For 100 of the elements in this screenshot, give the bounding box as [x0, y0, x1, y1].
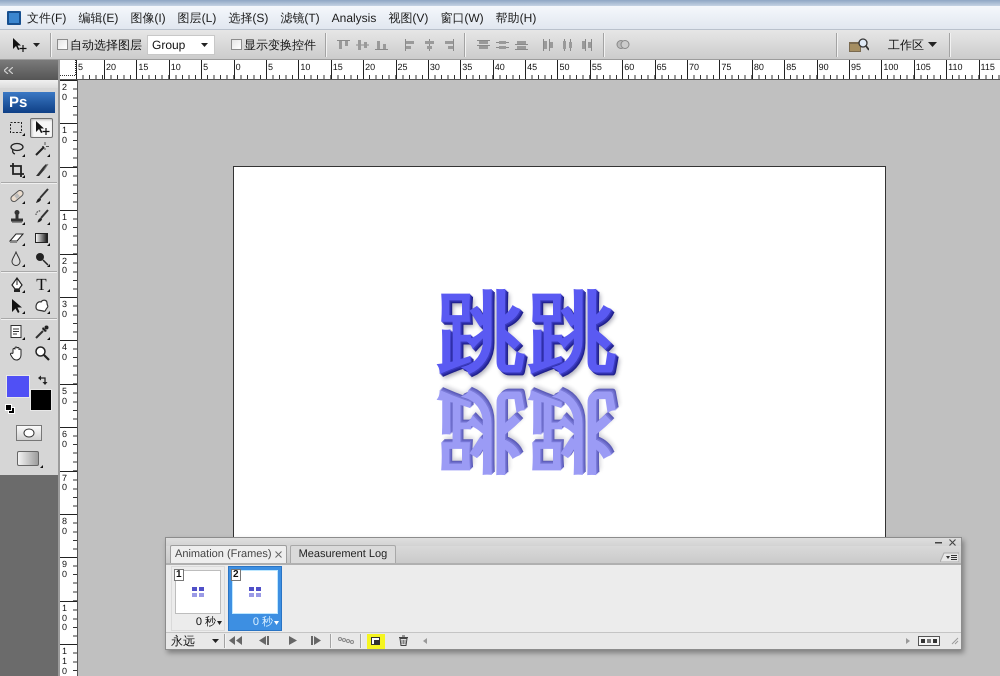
distribute-center-icon[interactable] [560, 38, 575, 50]
panel-tab[interactable]: Measurement Log [290, 545, 396, 563]
caret-icon [33, 42, 40, 46]
minimize-icon[interactable] [935, 540, 942, 544]
screen-mode-button[interactable] [15, 450, 43, 468]
collapse-icon[interactable] [4, 66, 13, 74]
swap-arrow-icon[interactable] [38, 375, 48, 385]
ruler-number: 10 [62, 126, 68, 146]
ruler-number: 5 [77, 61, 84, 72]
ruler-number: 0 [234, 61, 241, 72]
panel-menu-icon[interactable] [940, 552, 959, 562]
folder-magnifier-icon[interactable] [848, 36, 869, 52]
align-center-icon[interactable] [422, 38, 437, 50]
quick-mask-button[interactable] [16, 425, 42, 441]
ruler-number: 105 [914, 61, 931, 72]
resize-grip-icon [951, 637, 959, 645]
ruler-number: 115 [980, 61, 995, 72]
ruler-origin-icon[interactable] [60, 60, 76, 79]
ruler-number: 35 [461, 61, 472, 72]
ruler-number: 50 [558, 61, 570, 72]
ruler-number: 100 [882, 61, 898, 72]
checkbox-label: 显示变换控件 [244, 36, 316, 54]
caret-icon [928, 42, 937, 47]
menu-item[interactable]: 选择(S) [222, 10, 274, 26]
ruler-number: 15 [332, 61, 343, 72]
history-brush-icon [34, 208, 50, 224]
distribute-middle-icon[interactable] [495, 38, 510, 50]
menu-item[interactable]: 图层(L) [172, 10, 222, 26]
ruler-number: 30 [428, 61, 440, 72]
ruler-number: 70 [688, 61, 700, 72]
toolbox-grip-bar[interactable] [0, 80, 58, 88]
ruler-number: 40 [494, 61, 505, 72]
ruler-number: 70 [62, 474, 68, 494]
layer-group-select[interactable]: Group [147, 34, 215, 54]
type-tool-button[interactable]: T [30, 274, 53, 294]
overlapping-circles-icon[interactable] [616, 38, 630, 51]
foreground-color-swatch[interactable] [6, 375, 30, 398]
checkbox[interactable] [57, 39, 68, 50]
align-top-icon[interactable] [336, 38, 351, 50]
ruler-number: 95 [850, 61, 861, 72]
ruler-number: 45 [526, 61, 538, 72]
distribute-right-icon[interactable] [579, 38, 594, 50]
align-bottom-icon[interactable] [374, 38, 389, 50]
menu-item[interactable]: 窗口(W) [434, 10, 490, 26]
menu-item[interactable]: 图像(I) [124, 10, 172, 26]
ruler-number: 40 [62, 343, 68, 364]
menu-item[interactable]: 文件(F) [21, 10, 72, 26]
ruler-number: 20 [364, 61, 376, 72]
loop-select[interactable]: 永远 [171, 633, 223, 649]
ruler-number: 65 [656, 61, 667, 72]
distribute-top-icon[interactable] [476, 38, 491, 50]
film-strip-icon[interactable] [918, 635, 940, 647]
text-thumbnail-drawing [249, 587, 261, 597]
close-icon[interactable] [949, 538, 956, 546]
ruler-number: 30 [62, 300, 68, 320]
menu-item[interactable]: 编辑(E) [72, 10, 124, 26]
menu-item[interactable]: 视图(V) [382, 10, 434, 26]
background-color-swatch[interactable] [30, 389, 52, 411]
frame-number: 1 [174, 569, 184, 581]
animation-frame[interactable]: 1 0 秒 [171, 566, 225, 631]
ruler-number: 110 [947, 61, 963, 72]
tool-button[interactable] [30, 118, 53, 138]
magic-wand-icon [34, 140, 50, 156]
ruler-number: 10 [299, 61, 310, 72]
close-icon[interactable] [274, 551, 282, 558]
menu-item[interactable]: Analysis [326, 10, 382, 26]
crop-icon [8, 162, 24, 178]
ps-logo: Ps [3, 92, 55, 113]
checkbox-label: 自动选择图层 [70, 36, 142, 54]
distribute-left-icon[interactable] [541, 38, 556, 50]
artwork-reflection-text: 跳跳 [437, 388, 619, 476]
ruler-number: 90 [818, 61, 829, 72]
corner-triangle-icon [47, 288, 50, 292]
caret-icon [212, 639, 219, 643]
ruler-number: 110 [62, 647, 68, 676]
align-middle-icon[interactable] [355, 38, 370, 50]
panel-tab[interactable]: Animation (Frames) [170, 545, 287, 563]
ruler-number: 20 [62, 83, 68, 103]
checkbox[interactable] [231, 39, 242, 50]
ruler-number: 75 [720, 61, 732, 72]
ruler-number: 80 [62, 516, 68, 537]
menu-item[interactable]: 帮助(H) [490, 10, 542, 26]
app-icon [7, 10, 21, 24]
brush-icon [34, 188, 50, 204]
default-colors-icon[interactable] [5, 404, 15, 414]
blob-shape-icon [34, 298, 50, 314]
ruler-number: 55 [590, 61, 602, 72]
distribute-bottom-icon[interactable] [514, 38, 529, 50]
new-frame-icon[interactable] [367, 634, 385, 648]
ruler-number: 80 [752, 61, 764, 72]
pen-nib-icon [8, 276, 24, 292]
hand-icon [8, 344, 24, 360]
animation-frame[interactable]: 2 0 秒 [228, 566, 282, 631]
ruler-number: 10 [62, 213, 68, 233]
workspace-menu-button[interactable]: 工作区 [888, 36, 937, 54]
menu-item[interactable]: 滤镜(T) [274, 10, 326, 26]
frame-delay-menu[interactable]: 0 秒 [196, 616, 222, 629]
water-drop-icon [8, 250, 24, 266]
artwork-text: 跳跳 [437, 288, 619, 376]
ruler-number: 10 [170, 61, 181, 72]
